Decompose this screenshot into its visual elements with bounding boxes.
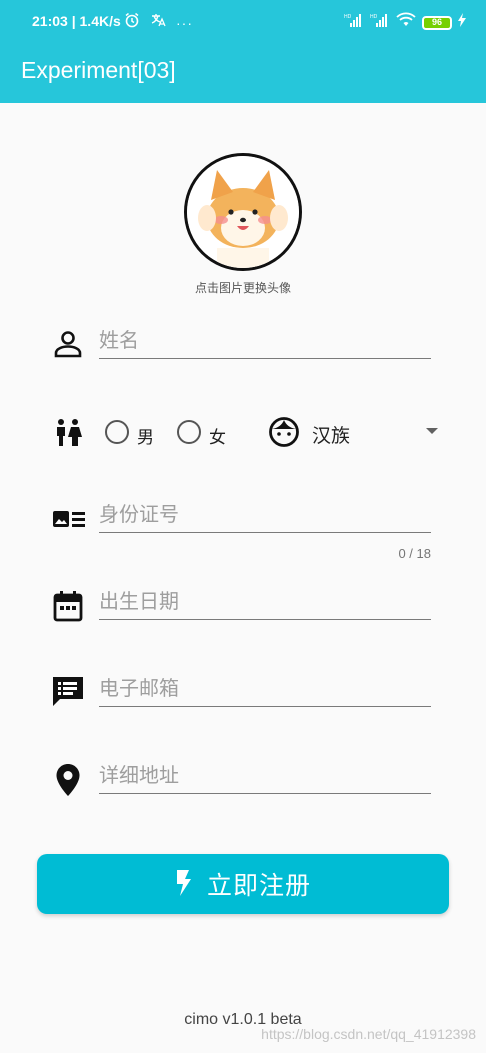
charging-icon xyxy=(458,13,466,32)
location-pin-icon xyxy=(55,763,81,797)
signal-hd-icon: HD xyxy=(344,12,364,33)
ethnicity-select[interactable]: 汉族 xyxy=(312,421,350,448)
gender-female-label: 女 xyxy=(209,428,226,448)
id-char-counter: 0 / 18 xyxy=(398,546,431,561)
gender-female-radio[interactable] xyxy=(177,420,201,444)
birthdate-input[interactable] xyxy=(99,586,431,620)
page-title: Experiment[03] xyxy=(21,57,176,83)
signal-hd-icon: HD xyxy=(370,12,390,33)
app-bar: Experiment[03] xyxy=(0,44,486,103)
message-icon xyxy=(52,675,84,709)
avatar-image[interactable] xyxy=(184,153,302,271)
more-icon: ··· xyxy=(176,14,193,31)
svg-text:HD: HD xyxy=(344,14,352,20)
id-card-icon xyxy=(52,504,86,534)
status-icons-left: ··· xyxy=(124,12,193,33)
gender-male-radio[interactable] xyxy=(105,420,129,444)
svg-text:HD: HD xyxy=(370,14,378,20)
register-button-label: 立即注册 xyxy=(206,872,311,900)
shiba-dog-icon xyxy=(187,156,299,268)
alarm-icon xyxy=(124,12,140,33)
wifi-icon xyxy=(396,12,416,33)
gender-male-label: 男 xyxy=(137,428,154,448)
calendar-icon xyxy=(53,590,83,622)
translate-icon xyxy=(150,12,166,33)
flash-icon xyxy=(175,869,191,899)
id-number-input[interactable] xyxy=(99,499,431,533)
avatar-hint: 点击图片更换头像 xyxy=(194,281,291,295)
watermark-text: https://blog.csdn.net/qq_41912398 xyxy=(261,1026,476,1042)
person-icon xyxy=(53,329,83,359)
battery-icon: 96 xyxy=(422,15,452,30)
email-input[interactable] xyxy=(99,673,431,707)
register-button[interactable]: 立即注册 xyxy=(37,854,449,914)
status-time: 21:03 | 1.4K/s xyxy=(32,13,121,29)
face-icon xyxy=(268,416,300,448)
status-bar: 21:03 | 1.4K/s ··· HD HD 96 xyxy=(0,0,486,44)
address-input[interactable] xyxy=(99,760,431,794)
status-icons-right: HD HD 96 xyxy=(344,12,466,33)
dropdown-arrow-icon[interactable] xyxy=(426,428,438,434)
gender-icon xyxy=(53,418,83,448)
name-input[interactable] xyxy=(99,325,431,359)
